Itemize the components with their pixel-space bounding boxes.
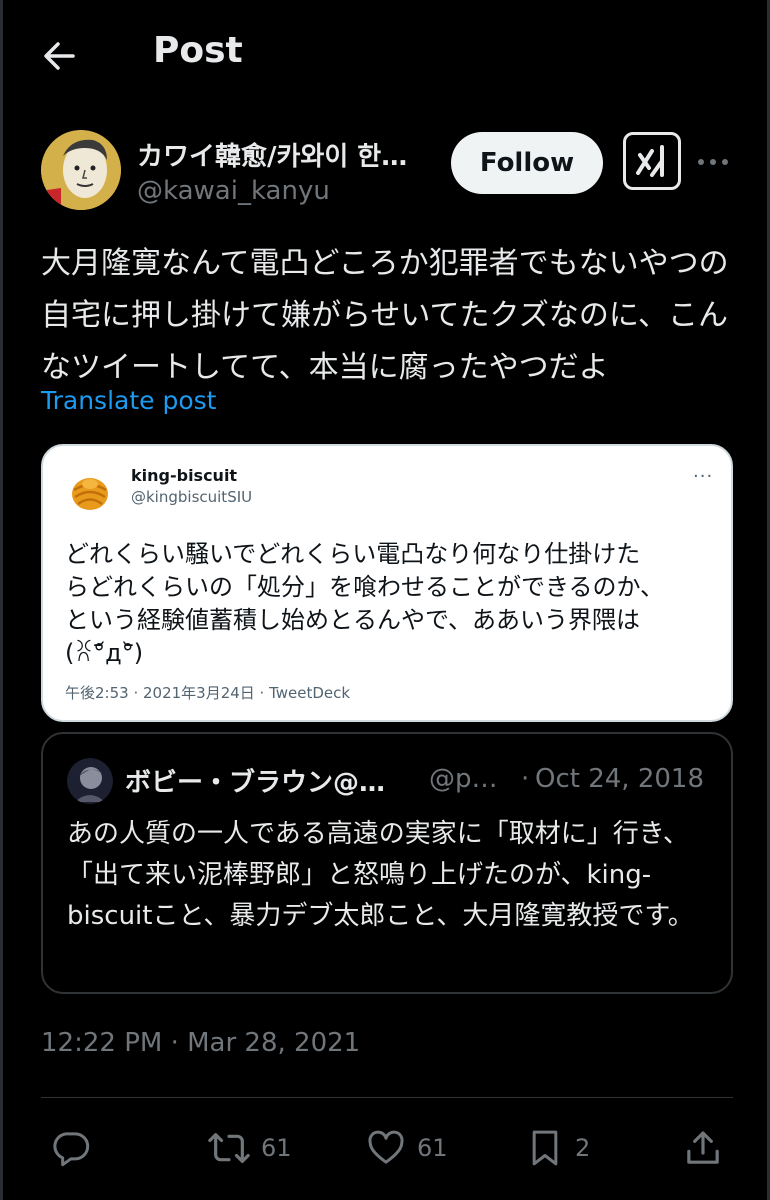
quote-author-name: ボビー・ブラウン@… (125, 768, 386, 798)
follow-button[interactable]: Follow (451, 132, 603, 194)
back-button[interactable] (39, 36, 83, 76)
author-handle[interactable]: @kawai_kanyu (137, 176, 330, 206)
tweet-text: 大月隆寛なんて電凸どころか犯罪者でもないやつの自宅に押し掛けて嫌がらせいてたクズ… (41, 246, 729, 385)
like-button[interactable]: 61 (365, 1120, 448, 1176)
page-title: Post (153, 30, 243, 71)
more-options-button[interactable] (693, 144, 733, 180)
avatar[interactable] (41, 130, 121, 210)
quoted-post[interactable]: ボビー・ブラウン@… @p… · Oct 24, 2018 あの人質の一人である… (41, 732, 733, 994)
embed-more-icon: ··· (693, 466, 714, 487)
embed-meta: 午後2:53 · 2021年3月24日 · TweetDeck (65, 684, 351, 702)
quote-author-handle: @p… (429, 764, 498, 794)
post-timestamp[interactable]: 12:22 PM · Mar 28, 2021 (41, 1028, 360, 1058)
grok-icon (636, 145, 664, 177)
embed-text-line: という経験値蓄積し始めとるんやで、ああいう界隈は (65, 606, 641, 634)
embed-text: どれくらい騒いでどれくらい電凸なり何なり仕掛けた らどれくらいの「処分」を喰わせ… (65, 538, 725, 670)
share-icon (687, 1131, 719, 1164)
reply-button[interactable] (51, 1120, 91, 1176)
repost-icon (208, 1133, 250, 1163)
quote-date: Oct 24, 2018 (535, 764, 704, 794)
quote-avatar (67, 758, 113, 804)
biscuit-avatar-image (65, 466, 115, 516)
quote-text: あの人質の一人である高遠の実家に「取材に」行き、「出て来い泥棒野郎」と怒鳴り上げ… (67, 819, 694, 931)
more-horizontal-icon (698, 159, 728, 165)
heart-icon (368, 1130, 404, 1164)
grok-button[interactable] (623, 132, 681, 190)
header: Post (3, 0, 770, 110)
author-row: カワイ韓愈/카와이 한… @kawai_kanyu Follow (41, 130, 741, 210)
bookmark-button[interactable]: 2 (525, 1120, 590, 1176)
quote-avatar-image (67, 758, 113, 804)
divider (41, 1097, 733, 1098)
embed-text-line: (ꐦ°᷄д°᷅) (65, 639, 144, 667)
like-count: 61 (417, 1134, 448, 1162)
embed-avatar (65, 466, 115, 516)
translate-post-link[interactable]: Translate post (41, 386, 216, 415)
embed-author-name: king-biscuit (131, 466, 238, 485)
embed-text-line: どれくらい騒いでどれくらい電凸なり何なり仕掛けた (65, 540, 641, 568)
embed-author-handle: @kingbiscuitSIU (131, 488, 253, 506)
author-name[interactable]: カワイ韓愈/카와이 한… (137, 136, 437, 173)
embedded-screenshot[interactable]: king-biscuit @kingbiscuitSIU ··· どれくらい騒い… (41, 444, 733, 722)
avatar-image (41, 130, 121, 210)
repost-button[interactable]: 61 (207, 1120, 292, 1176)
share-button[interactable] (683, 1120, 723, 1176)
quote-separator: · (521, 764, 530, 794)
bookmark-count: 2 (575, 1134, 591, 1162)
reply-icon (53, 1132, 90, 1167)
bookmark-icon (532, 1130, 558, 1166)
repost-count: 61 (261, 1134, 292, 1162)
action-bar: 61 61 2 (3, 1120, 770, 1180)
arrow-left-icon (44, 42, 75, 70)
app-frame: Post カワイ韓愈/카와이 한… @kawai_kanyu Follow 大月… (0, 0, 770, 1200)
embed-text-line: らどれくらいの「処分」を喰わせることができるのか、 (65, 573, 665, 601)
